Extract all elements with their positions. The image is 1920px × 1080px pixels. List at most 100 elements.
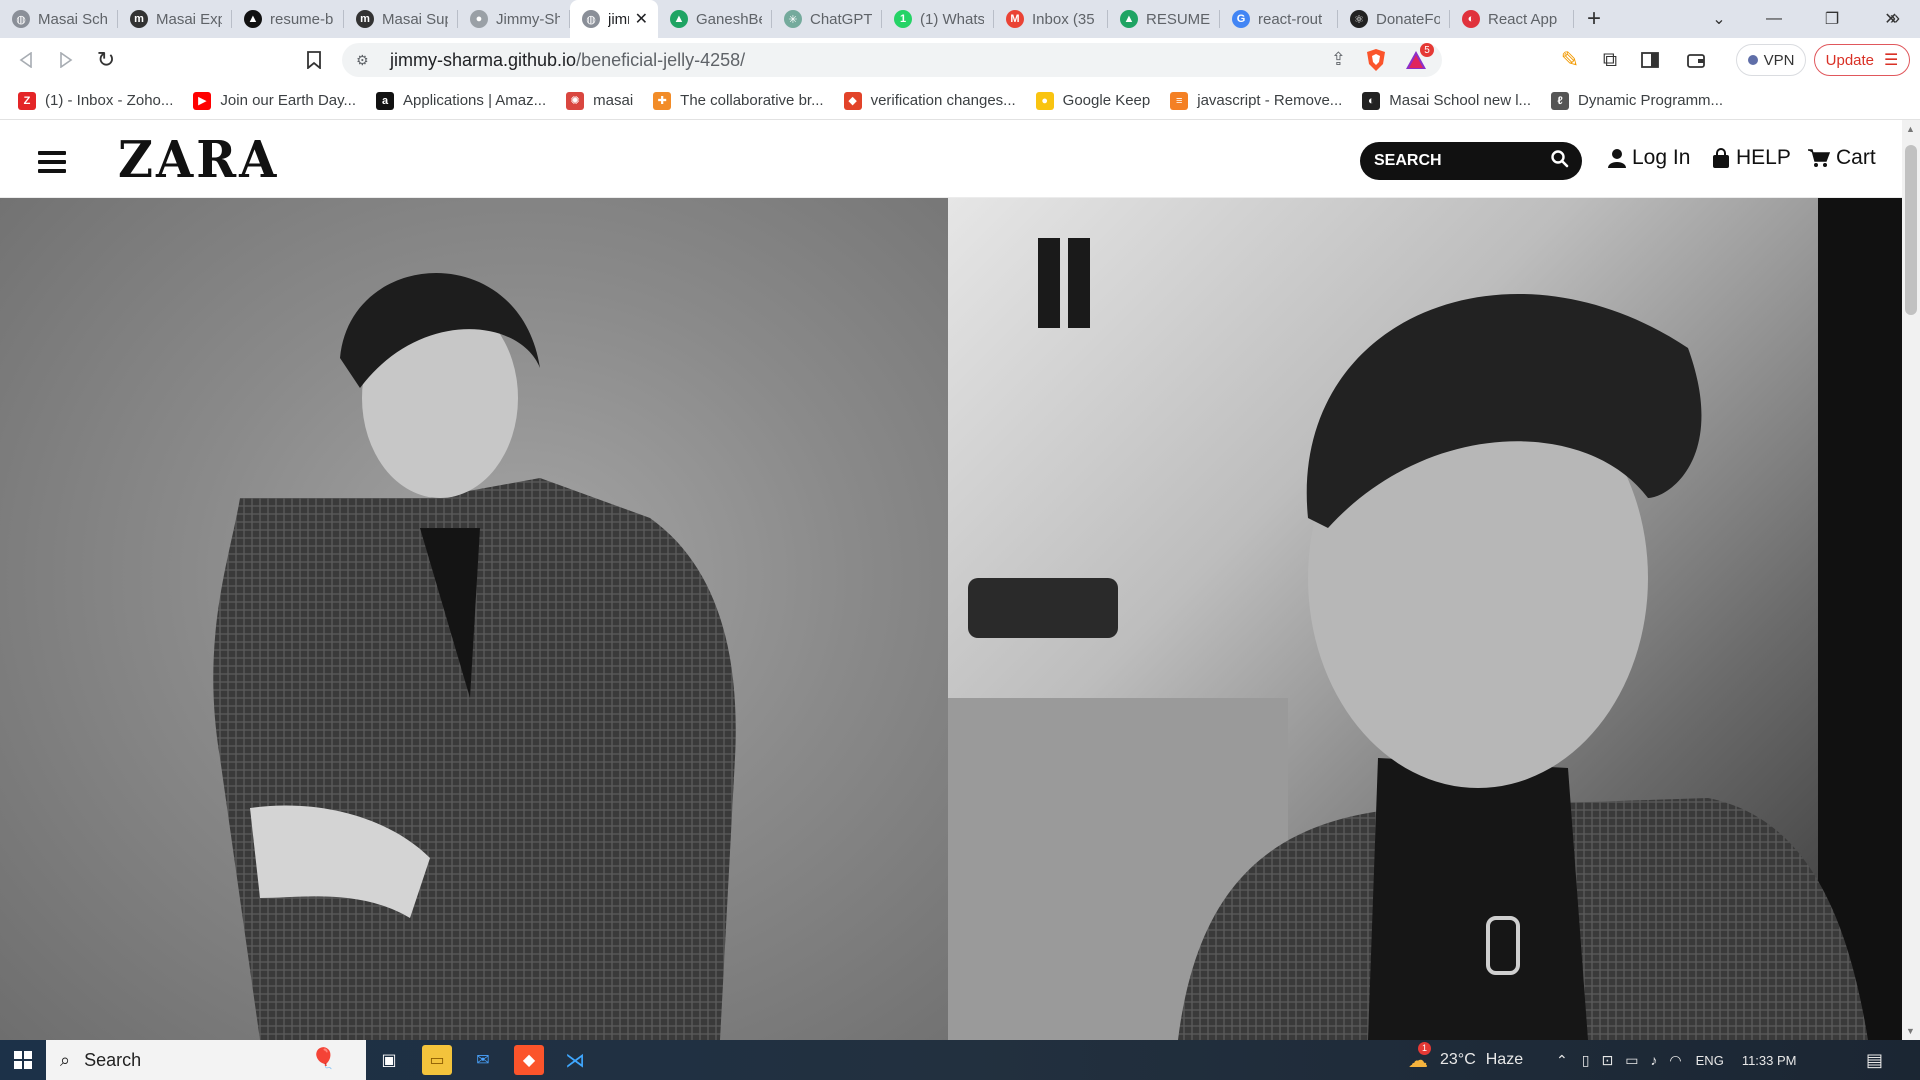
vscode-taskbar-icon[interactable]: ⋊ [560,1045,590,1075]
google-icon: G [1232,10,1250,28]
login-link[interactable]: Log In [1608,146,1690,170]
help-link[interactable]: HELP [1712,146,1791,170]
browser-tab[interactable]: ◍ jimm ✕ [570,0,658,38]
new-tab-button[interactable]: + [1574,0,1614,38]
bookmark-item[interactable]: Z (1) - Inbox - Zoho... [18,91,173,110]
bookmark-label: Google Keep [1062,92,1151,109]
wallet-icon[interactable] [1682,46,1710,74]
windows-logo-icon [14,1051,32,1069]
bookmark-label: Join our Earth Day... [220,92,357,109]
bookmark-item[interactable]: ▶ Join our Earth Day... [193,91,357,110]
bookmark-label: verification changes... [870,92,1016,109]
vpn-button[interactable]: VPN [1736,44,1806,76]
bookmark-label: Applications | Amaz... [403,92,547,109]
wifi-icon[interactable]: ◠ [1669,1052,1681,1069]
reload-button[interactable]: ↻ [86,40,126,80]
weather-widget[interactable]: ☁ 1 23°C Haze [1408,1040,1523,1080]
scroll-up-icon[interactable]: ▲ [1906,124,1915,134]
tab-search-chevron-icon[interactable]: ⌄ [1690,0,1748,38]
bookmark-item[interactable]: ● Google Keep [1035,91,1151,110]
volume-icon[interactable]: ♪ [1650,1052,1657,1068]
vpn-label: VPN [1763,51,1795,69]
browser-tab[interactable]: ▲ RESUME - [1108,0,1220,38]
zara-logo[interactable]: ZARA [118,131,279,190]
bookmark-item[interactable]: ✺ masai [566,91,633,110]
url-host: jimmy-sharma.github.io [390,49,577,70]
page-scrollbar[interactable]: ▲ ▼ [1902,120,1920,1040]
file-explorer-icon[interactable]: ▭ [422,1045,452,1075]
back-button[interactable] [6,40,46,80]
brave-shields-icon[interactable] [1362,46,1390,74]
bookmark-icon[interactable] [300,46,328,74]
restore-button[interactable]: ❐ [1803,0,1861,38]
keep-icon: ● [1035,91,1054,110]
browser-tab[interactable]: m Masai Exp [118,0,232,38]
show-hidden-icons-icon[interactable]: ⌃ [1556,1052,1568,1069]
tab-title: Masai Sup [382,10,448,28]
scrollbar-thumb[interactable] [1905,145,1917,315]
chatgpt-icon: ✳ [784,10,802,28]
address-bar[interactable]: ⚙ jimmy-sharma.github.io/beneficial-jell… [342,43,1442,77]
bookmark-item[interactable]: ◐ Masai School new l... [1362,91,1531,110]
bookmark-item[interactable]: ◆ verification changes... [843,91,1016,110]
pencil-icon[interactable]: ✎ [1556,46,1584,74]
close-tab-icon[interactable]: ✕ [635,9,648,29]
browser-tab[interactable]: m Masai Sup [344,0,458,38]
notifications-icon[interactable]: ▤ [1866,1040,1883,1080]
stackoverflow-icon: ≡ [1170,91,1189,110]
tab-title: (1) Whats [920,10,984,28]
language-indicator[interactable]: ENG [1696,1053,1724,1068]
update-button[interactable]: Update ☰ [1814,44,1910,76]
search-bar[interactable]: SEARCH [1360,142,1582,180]
windows-start-button[interactable] [0,1040,46,1080]
cart-link[interactable]: Cart [1808,146,1876,170]
scroll-down-icon[interactable]: ▼ [1906,1026,1915,1036]
bookmark-item[interactable]: ≡ javascript - Remove... [1170,91,1342,110]
extensions-icon[interactable]: ⧉ [1596,46,1624,74]
defender-icon[interactable]: ⊡ [1601,1052,1613,1069]
react-app-icon: ◐ [1462,10,1480,28]
bookmark-item[interactable]: a Applications | Amaz... [376,91,547,110]
browser-tab[interactable]: ◍ Masai Sch [0,0,118,38]
device-icon[interactable]: ▯ [1582,1052,1590,1069]
browser-tab[interactable]: ◐ React App [1450,0,1574,38]
gitlab-icon: ◆ [843,91,862,110]
brave-taskbar-icon[interactable]: ◆ [514,1045,544,1075]
search-label: SEARCH [1374,152,1442,169]
dp-icon: ℓ [1551,91,1570,110]
gmail-icon: M [1006,10,1024,28]
tab-title: Jimmy-Sh [496,10,560,28]
sidebar-icon[interactable] [1636,46,1664,74]
taskbar-search-box[interactable]: ⌕ Search 🎈 [46,1040,366,1080]
forward-button[interactable] [46,40,86,80]
task-view-icon[interactable]: ▣ [374,1045,404,1075]
more-bookmarks-icon[interactable]: » [1890,8,1900,29]
browser-tab[interactable]: ▲ GaneshBe [658,0,772,38]
url-path: /beneficial-jelly-4258/ [576,49,746,70]
browser-tab[interactable]: ⚛ DonateFo [1338,0,1450,38]
hamburger-menu-icon[interactable] [38,151,66,173]
bookmark-item[interactable]: ℓ Dynamic Programm... [1551,91,1724,110]
search-icon[interactable] [1550,149,1570,169]
browser-tab[interactable]: ● Jimmy-Sh [458,0,570,38]
hero-image-left[interactable] [0,198,948,1040]
mail-icon[interactable]: ✉ [468,1045,498,1075]
bookmark-label: Dynamic Programm... [1578,92,1724,109]
brave-rewards-icon[interactable]: 5 [1404,43,1434,74]
tab-title: ChatGPT [810,10,872,28]
browser-tab[interactable]: M Inbox (35 [994,0,1108,38]
minimize-button[interactable]: — [1745,0,1803,38]
tab-title: GaneshBe [696,10,762,28]
browser-tab[interactable]: 1 (1) Whats [882,0,994,38]
browser-tab[interactable]: Greact-rout [1220,0,1338,38]
site-settings-icon[interactable]: ⚙ [356,52,378,69]
zoho-icon: Z [18,91,36,110]
clock[interactable]: 11:33 PM [1742,1053,1797,1068]
hero-image-right[interactable] [948,198,1902,1040]
share-icon[interactable]: ⇪ [1331,49,1346,70]
bookmark-item[interactable]: ✚ The collaborative br... [653,91,824,110]
browser-tab[interactable]: ▲ resume-b [232,0,344,38]
browser-tab[interactable]: ✳ ChatGPT [772,0,882,38]
battery-icon[interactable]: ▭ [1625,1052,1638,1069]
youtube-icon: ▶ [193,91,212,110]
